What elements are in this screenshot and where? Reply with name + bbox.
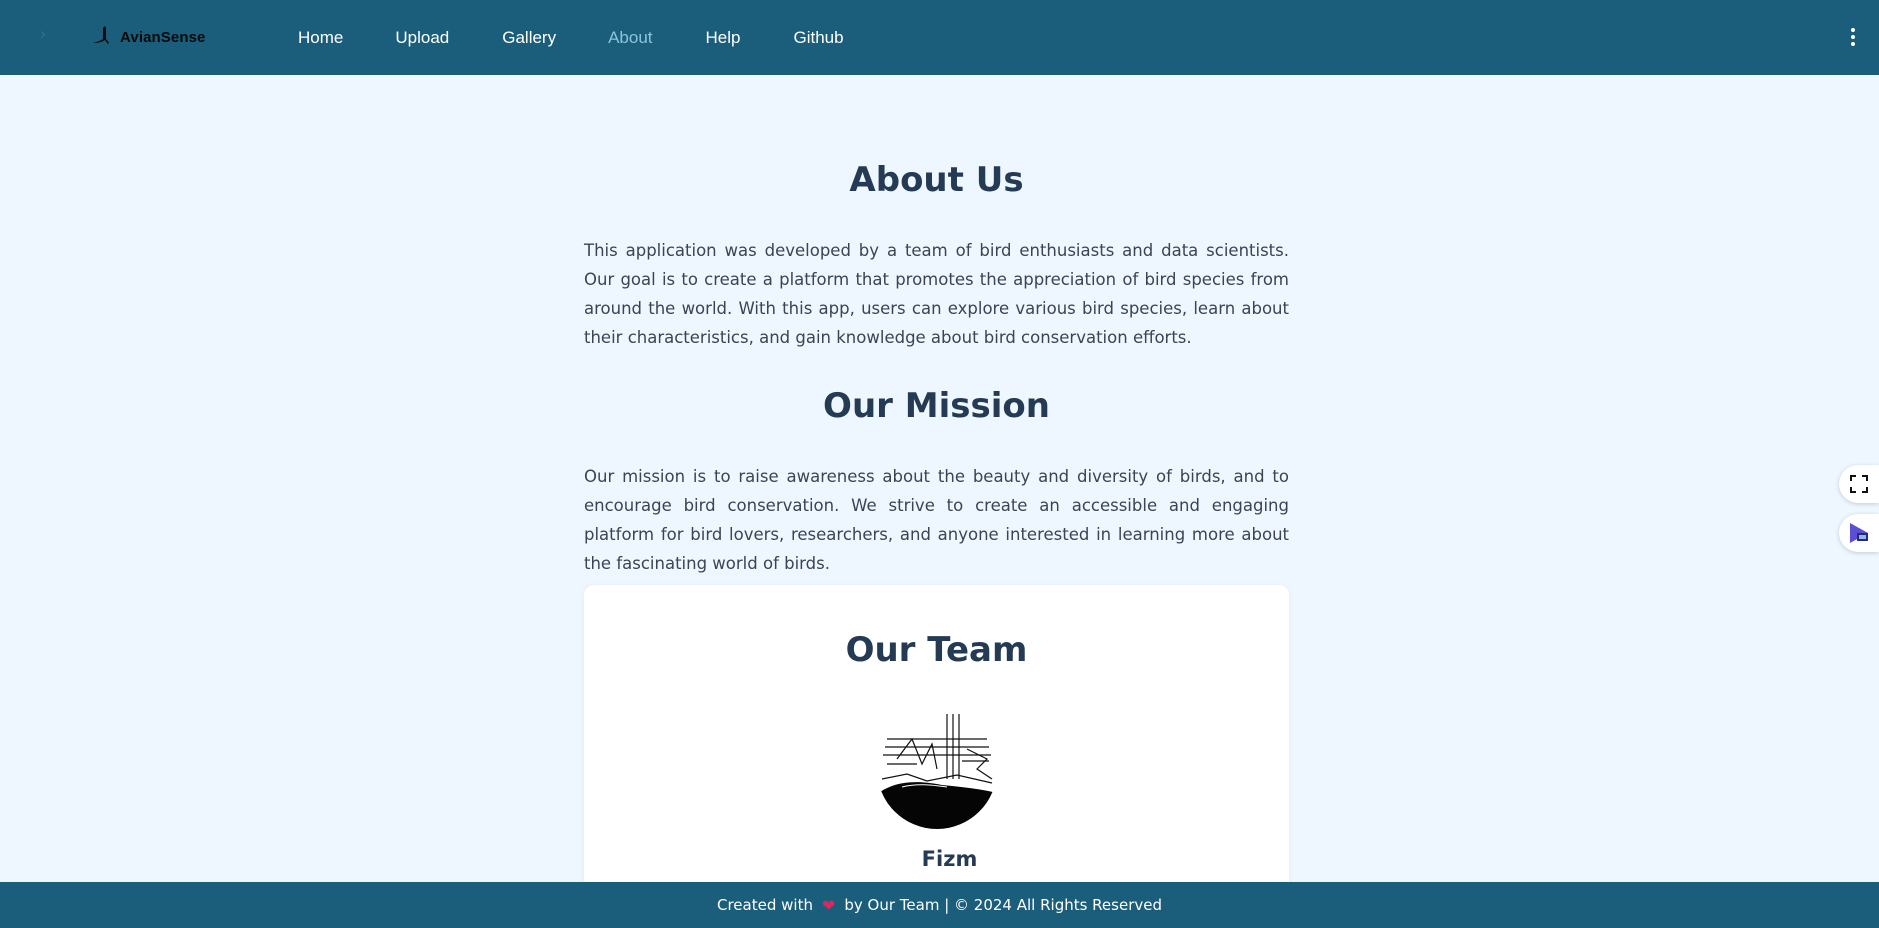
nav-help[interactable]: Help [706, 26, 741, 50]
team-card: Our Team Fizm [584, 585, 1289, 905]
main-nav: Home Upload Gallery About Help Github [298, 26, 844, 50]
about-text: This application was developed by a team… [584, 241, 1289, 347]
nav-gallery[interactable]: Gallery [502, 26, 556, 50]
team-member-name: Fizm [921, 847, 978, 871]
extension-button[interactable] [1839, 514, 1879, 552]
logo-text: AvianSense [120, 28, 206, 46]
bird-logo-icon [93, 26, 109, 44]
avatar-illustration [877, 709, 997, 829]
avatar [877, 709, 997, 829]
nav-about[interactable]: About [608, 26, 652, 50]
mission-text: Our mission is to raise awareness about … [584, 467, 1289, 573]
footer-credit: by Our Team | © 2024 All Rights Reserved [844, 896, 1162, 914]
footer: Created with ❤ by Our Team | © 2024 All … [0, 882, 1879, 928]
app-logo[interactable]: AvianSense [92, 24, 206, 50]
top-navbar: › AvianSense Home Upload Gallery About H… [0, 0, 1879, 75]
extension-icon [1850, 523, 1868, 543]
fullscreen-button[interactable] [1839, 465, 1879, 503]
nav-home[interactable]: Home [298, 26, 343, 50]
chevron-right-icon[interactable]: › [33, 25, 53, 45]
about-title: About Us [849, 160, 1024, 200]
kebab-menu-icon[interactable] [1849, 28, 1857, 48]
nav-github[interactable]: Github [794, 26, 844, 50]
heart-icon: ❤ [821, 895, 836, 915]
nav-upload[interactable]: Upload [395, 26, 449, 50]
mission-title: Our Mission [823, 386, 1050, 426]
team-title: Our Team [845, 630, 1028, 670]
fullscreen-icon [1850, 475, 1868, 493]
footer-created-with: Created with [717, 896, 813, 914]
